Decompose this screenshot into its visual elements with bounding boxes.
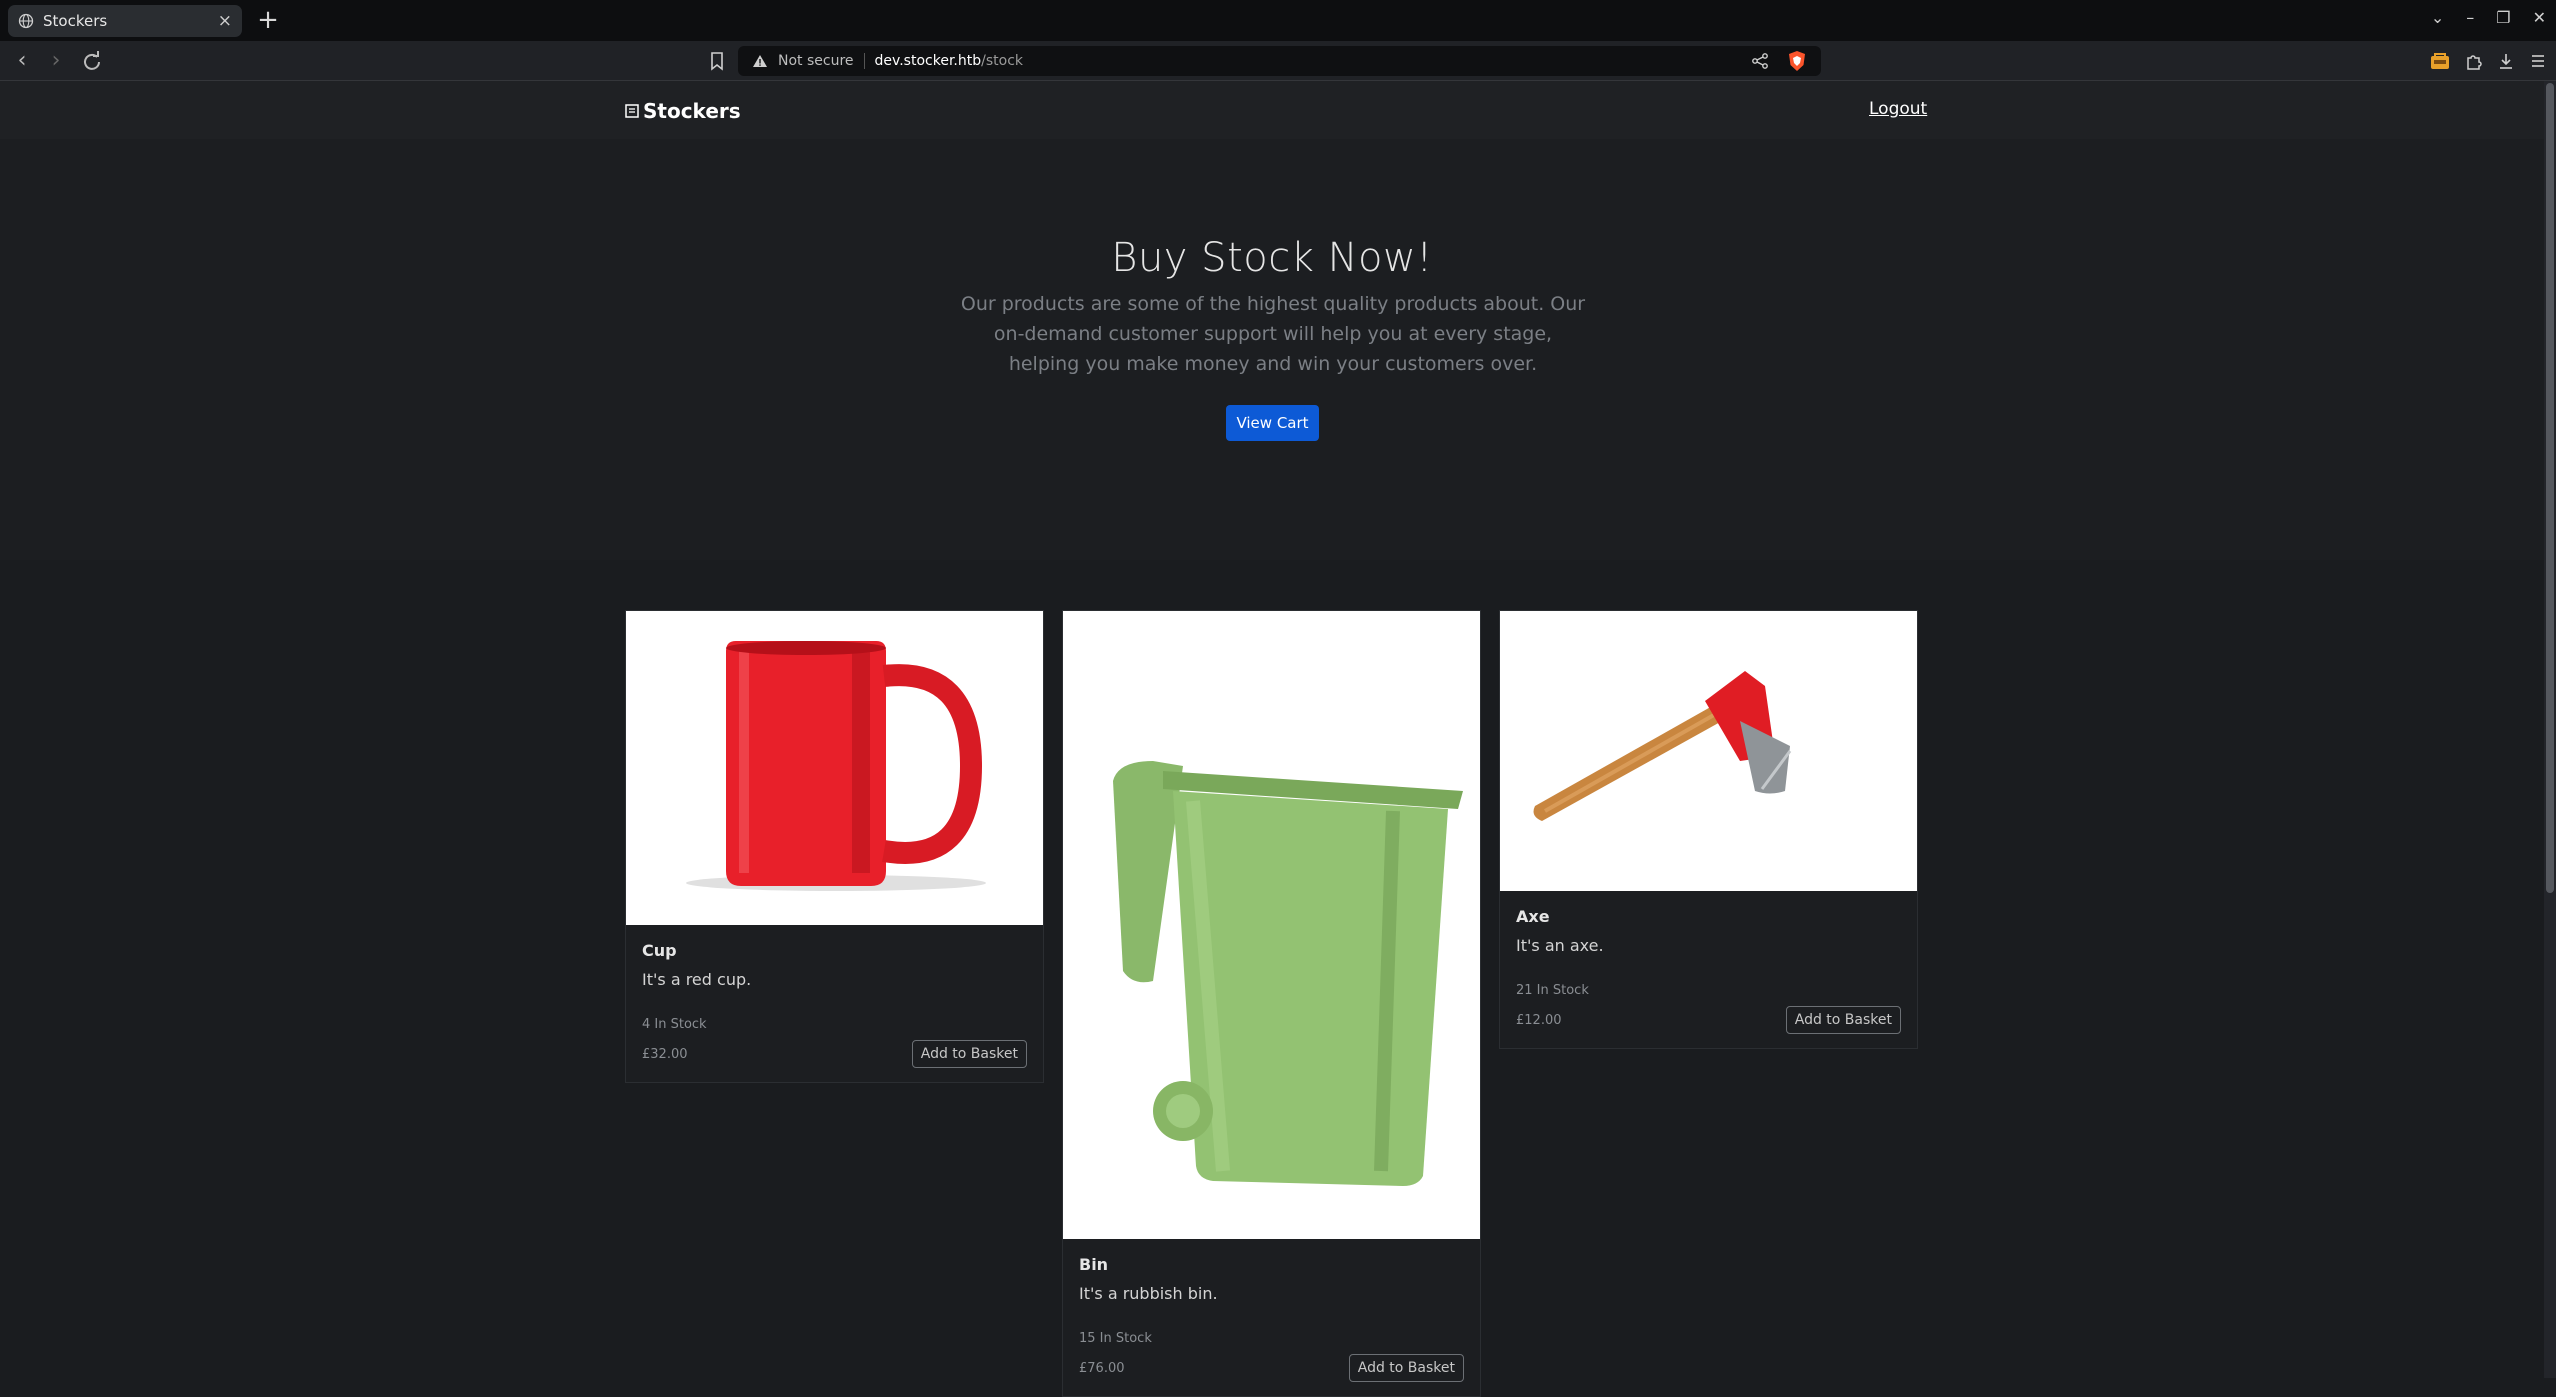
- minimize-icon[interactable]: –: [2466, 8, 2474, 27]
- site-navbar: Stockers Logout: [0, 81, 2544, 139]
- restore-icon[interactable]: ❐: [2496, 8, 2510, 27]
- reload-icon[interactable]: [80, 49, 104, 73]
- page-scrollbar[interactable]: [2544, 81, 2556, 1378]
- product-name: Cup: [642, 941, 677, 960]
- view-cart-button[interactable]: View Cart: [1226, 405, 1319, 441]
- warning-icon: [753, 55, 767, 67]
- brand-name: Stockers: [643, 99, 741, 123]
- tab-list-icon[interactable]: ⌄: [2431, 8, 2444, 27]
- product-card-bin: Bin It's a rubbish bin. 15 In Stock £76.…: [1062, 610, 1481, 1397]
- hero-title: Buy Stock Now!: [1111, 235, 1433, 281]
- scrollbar-thumb[interactable]: [2546, 83, 2554, 893]
- logout-link[interactable]: Logout: [1869, 99, 1927, 119]
- bookmark-icon[interactable]: [707, 50, 727, 72]
- box-icon: [625, 104, 639, 118]
- product-grid: Cup It's a red cup. 4 In Stock £32.00 Ad…: [0, 560, 2544, 1397]
- bin-image: [1063, 611, 1480, 1239]
- address-bar[interactable]: Not secure dev.stocker.htb /stock: [738, 46, 1821, 76]
- product-stock: 21 In Stock: [1516, 983, 1589, 998]
- browser-toolbar: ‹ › Not secure dev.stocker.htb /stock: [0, 41, 2556, 81]
- back-icon[interactable]: ‹: [10, 49, 34, 73]
- brand-link[interactable]: Stockers: [625, 99, 741, 123]
- window-controls: ⌄ – ❐ ✕: [2431, 8, 2546, 27]
- add-to-basket-button[interactable]: Add to Basket: [1785, 1006, 1901, 1034]
- product-description: It's a rubbish bin.: [1079, 1284, 1218, 1303]
- product-price: £32.00: [642, 1046, 688, 1062]
- product-description: It's a red cup.: [642, 970, 752, 989]
- tab-title: Stockers: [43, 12, 108, 30]
- product-card-cup: Cup It's a red cup. 4 In Stock £32.00 Ad…: [625, 610, 1044, 1083]
- product-card-axe: Axe It's an axe. 21 In Stock £12.00 Add …: [1499, 610, 1918, 1049]
- product-stock: 4 In Stock: [642, 1017, 707, 1032]
- url-host: dev.stocker.htb: [874, 53, 982, 69]
- download-icon[interactable]: [2495, 50, 2517, 72]
- security-label: Not secure: [778, 53, 854, 69]
- globe-icon: [18, 13, 34, 29]
- menu-icon[interactable]: [2527, 50, 2549, 72]
- share-icon[interactable]: [1751, 52, 1769, 70]
- url-path: /stock: [981, 53, 1023, 69]
- forward-icon[interactable]: ›: [44, 49, 68, 73]
- browser-tab-strip: Stockers × + ⌄ – ❐ ✕: [0, 0, 2556, 41]
- product-description: It's an axe.: [1516, 936, 1604, 955]
- add-to-basket-button[interactable]: Add to Basket: [911, 1040, 1027, 1068]
- browser-tab[interactable]: Stockers ×: [8, 5, 242, 37]
- url-divider: [863, 53, 865, 69]
- puzzle-icon[interactable]: [2463, 50, 2485, 72]
- product-price: £76.00: [1079, 1360, 1125, 1376]
- axe-image: [1500, 611, 1917, 891]
- new-tab-button[interactable]: +: [254, 6, 282, 34]
- cup-image: [626, 611, 1043, 925]
- hero-section: Buy Stock Now! Our products are some of …: [0, 139, 2544, 560]
- extension-icon[interactable]: [2429, 50, 2451, 72]
- product-name: Axe: [1516, 907, 1550, 926]
- hero-lead: Our products are some of the highest qua…: [960, 293, 1586, 375]
- close-window-icon[interactable]: ✕: [2533, 8, 2546, 27]
- brave-shield-icon[interactable]: [1787, 50, 1807, 72]
- product-name: Bin: [1079, 1255, 1109, 1274]
- product-stock: 15 In Stock: [1079, 1331, 1152, 1346]
- close-tab-icon[interactable]: ×: [218, 11, 232, 31]
- product-price: £12.00: [1516, 1012, 1562, 1028]
